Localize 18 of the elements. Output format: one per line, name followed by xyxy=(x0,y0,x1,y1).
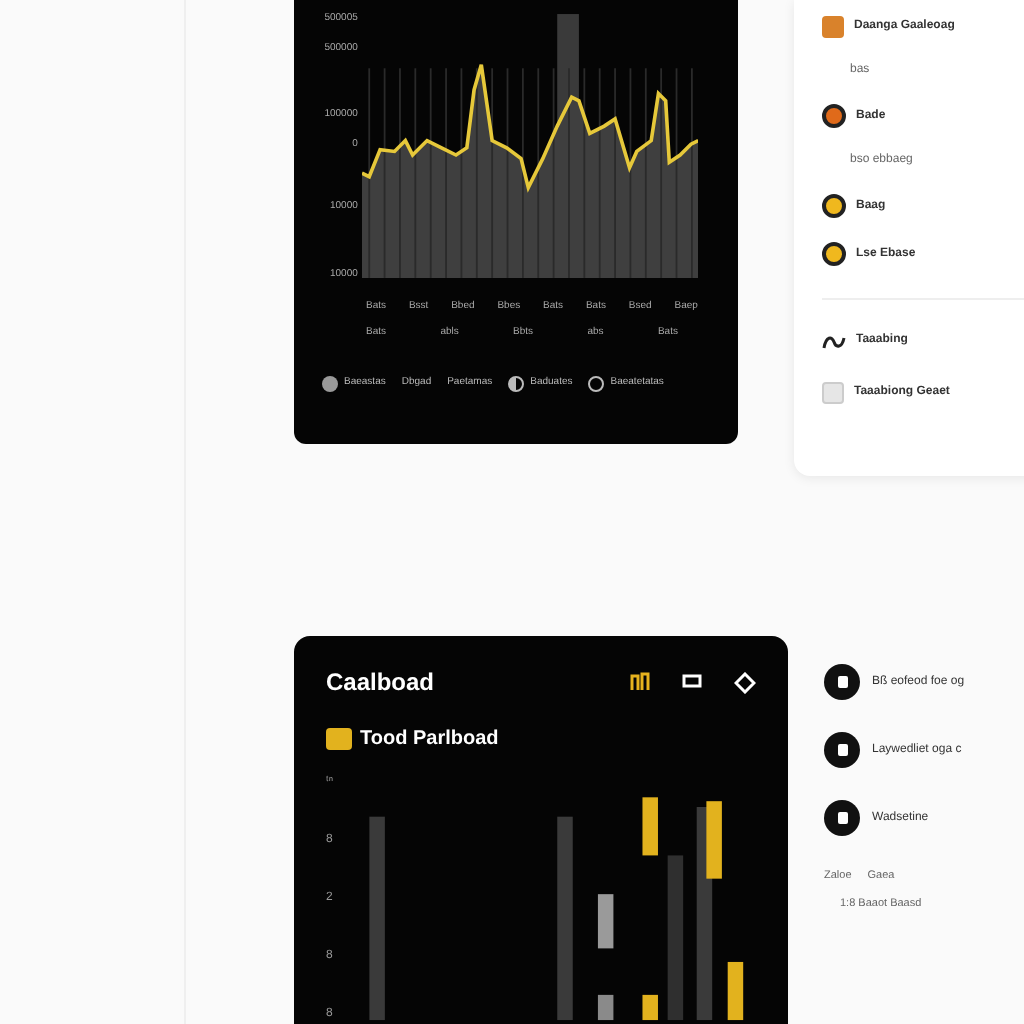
ring-icon xyxy=(588,376,605,392)
bar xyxy=(597,894,613,949)
bar xyxy=(597,994,613,1021)
card-title: Caalboad xyxy=(326,666,435,700)
chart-icon[interactable] xyxy=(630,672,650,692)
bar xyxy=(641,797,658,856)
activity-icon xyxy=(824,664,860,700)
activity-icon xyxy=(824,732,860,768)
board-icon xyxy=(326,728,352,750)
monitor-icon[interactable] xyxy=(682,674,702,690)
badge-icon xyxy=(822,16,844,38)
activity-icon xyxy=(824,800,860,836)
bar xyxy=(641,994,658,1021)
wave-icon xyxy=(822,333,846,349)
diamond-icon[interactable] xyxy=(734,671,756,693)
card-subtitle: Tood Parlboad xyxy=(360,726,499,754)
tile-icon xyxy=(822,382,844,404)
bar xyxy=(726,961,743,1021)
